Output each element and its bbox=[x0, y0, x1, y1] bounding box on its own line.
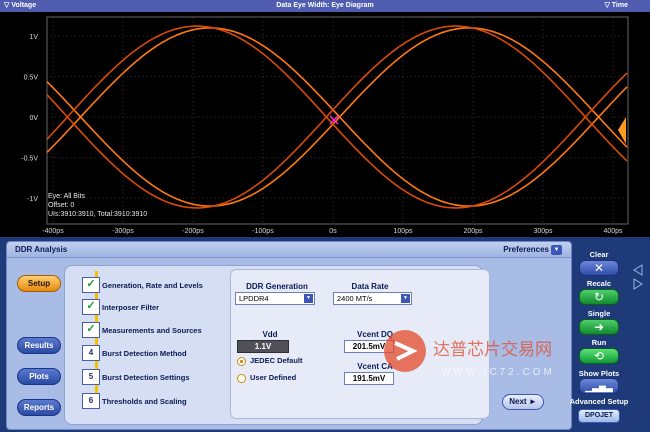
acquisition-controls: Clear ✕ Recalc ↻ Single ➜ Run ⟲ Show Plo… bbox=[570, 241, 628, 430]
x-tick-label: 300ps bbox=[533, 228, 553, 235]
vcent-dq-label: Vcent DQ bbox=[356, 330, 393, 339]
info-eye: Eye: All Bits bbox=[48, 193, 85, 200]
arrow-left-icon bbox=[633, 264, 643, 276]
show-plots-label: Show Plots bbox=[578, 369, 620, 378]
advanced-setup-label[interactable]: Advanced Setup bbox=[564, 397, 634, 406]
step-3-check-icon[interactable]: ✓ bbox=[82, 322, 100, 338]
x-tick-label: 100ps bbox=[393, 228, 413, 235]
x-tick-label: -300ps bbox=[112, 228, 134, 235]
x-tick-label: 400ps bbox=[603, 228, 623, 235]
close-icon: ✕ bbox=[593, 261, 605, 275]
single-button[interactable]: ➜ bbox=[579, 319, 619, 335]
x-tick-label: 0s bbox=[329, 228, 337, 235]
ddr-title: DDR Analysis bbox=[15, 245, 68, 254]
ddr-generation-select[interactable]: LPDDR4 ▼ bbox=[235, 292, 315, 305]
bar-chart-icon: ▁▃▅▃ bbox=[585, 382, 613, 392]
x-tick-label: -400ps bbox=[42, 228, 64, 235]
step-6-number[interactable]: 6 bbox=[82, 393, 100, 409]
dpojet-button[interactable]: DPOJET bbox=[578, 409, 620, 423]
step-1-check-icon[interactable]: ✓ bbox=[82, 277, 100, 293]
arrow-right-icon bbox=[633, 278, 643, 290]
step-3-label[interactable]: Measurements and Sources bbox=[102, 326, 202, 335]
show-plots-button[interactable]: ▁▃▅▃ bbox=[579, 378, 619, 394]
single-label: Single bbox=[587, 309, 611, 318]
step-4-number[interactable]: 4 bbox=[82, 345, 100, 361]
step-4-label[interactable]: Burst Detection Method bbox=[102, 349, 187, 358]
info-offset: Offset: 0 bbox=[48, 202, 74, 209]
jedec-default-label: JEDEC Default bbox=[250, 356, 303, 365]
vcent-ca-label: Vcent CA bbox=[357, 362, 393, 371]
reports-button[interactable]: Reports bbox=[17, 399, 61, 416]
recalc-button[interactable]: ↻ bbox=[579, 289, 619, 305]
refresh-icon: ↻ bbox=[593, 290, 605, 304]
recalc-label: Recalc bbox=[586, 279, 612, 288]
data-rate-select[interactable]: 2400 MT/s ▼ bbox=[333, 292, 412, 305]
step-5-number[interactable]: 5 bbox=[82, 369, 100, 385]
vcent-dq-input[interactable]: 201.5mV bbox=[344, 340, 394, 353]
chevron-down-icon[interactable]: ▼ bbox=[551, 245, 562, 255]
results-button[interactable]: Results bbox=[17, 337, 61, 354]
radio-selected-icon[interactable] bbox=[237, 356, 246, 366]
jedec-default-radio[interactable]: JEDEC Default bbox=[237, 356, 303, 366]
step-2-check-icon[interactable]: ✓ bbox=[82, 299, 100, 315]
x-tick-label: 200ps bbox=[463, 228, 483, 235]
arrow-right-icon: ➜ bbox=[593, 320, 605, 334]
clear-button[interactable]: ✕ bbox=[579, 260, 619, 276]
user-defined-label: User Defined bbox=[250, 373, 297, 382]
step-6-label[interactable]: Thresholds and Scaling bbox=[102, 397, 187, 406]
y-tick-label: -0.5V bbox=[21, 156, 38, 163]
chevron-down-icon[interactable]: ▼ bbox=[401, 294, 410, 303]
y-tick-label: -1V bbox=[27, 196, 38, 203]
clear-label: Clear bbox=[589, 250, 609, 259]
ddr-panel-header: DDR Analysis Preferences ▼ bbox=[7, 242, 571, 258]
setup-button[interactable]: Setup bbox=[17, 275, 61, 292]
step-2-label[interactable]: Interposer Filter bbox=[102, 303, 159, 312]
next-button[interactable]: Next ► bbox=[502, 394, 544, 410]
vcent-ca-input[interactable]: 191.5mV bbox=[344, 372, 394, 385]
loop-icon: ⟲ bbox=[593, 349, 605, 363]
data-rate-label: Data Rate bbox=[351, 282, 389, 291]
plots-button[interactable]: Plots bbox=[17, 368, 61, 385]
radio-unselected-icon[interactable] bbox=[237, 373, 246, 383]
side-nav-arrows[interactable] bbox=[631, 262, 645, 292]
y-tick-label: 0V bbox=[29, 115, 38, 122]
info-ui-count: UIs:3910:3910, Total:3910:3910 bbox=[48, 211, 147, 218]
preferences-label[interactable]: Preferences bbox=[503, 245, 549, 254]
plot-title: Data Eye Width: Eye Diagram bbox=[276, 2, 374, 9]
run-label: Run bbox=[591, 338, 607, 347]
chevron-down-icon[interactable]: ▼ bbox=[304, 294, 313, 303]
ddr-generation-value: LPDDR4 bbox=[239, 294, 269, 303]
vdd-label: Vdd bbox=[262, 330, 278, 339]
plot-header: ▽ Voltage Data Eye Width: Eye Diagram ▽ … bbox=[0, 0, 650, 12]
user-defined-radio[interactable]: User Defined bbox=[237, 373, 296, 383]
x-tick-label: -100ps bbox=[252, 228, 274, 235]
data-rate-value: 2400 MT/s bbox=[337, 294, 373, 303]
plot-grid bbox=[46, 16, 629, 225]
vdd-value: 1.1V bbox=[237, 340, 289, 353]
run-button[interactable]: ⟲ bbox=[579, 348, 619, 364]
step-1-label[interactable]: Generation, Rate and Levels bbox=[102, 281, 203, 290]
plot-frame bbox=[46, 16, 629, 225]
x-tick-label: -200ps bbox=[182, 228, 204, 235]
step-5-label[interactable]: Burst Detection Settings bbox=[102, 373, 190, 382]
y-tick-label: 0.5V bbox=[24, 75, 39, 82]
eye-diagram-window: ▽ Voltage Data Eye Width: Eye Diagram ▽ … bbox=[0, 0, 650, 237]
time-axis-menu[interactable]: ▽ Time bbox=[604, 0, 628, 12]
ddr-generation-label: DDR Generation bbox=[246, 282, 308, 291]
y-tick-label: 1V bbox=[29, 34, 38, 41]
eye-diagram-plot: 1V 0.5V 0V -0.5V -1V -400ps -300ps -200ps -100p… bbox=[21, 16, 629, 235]
